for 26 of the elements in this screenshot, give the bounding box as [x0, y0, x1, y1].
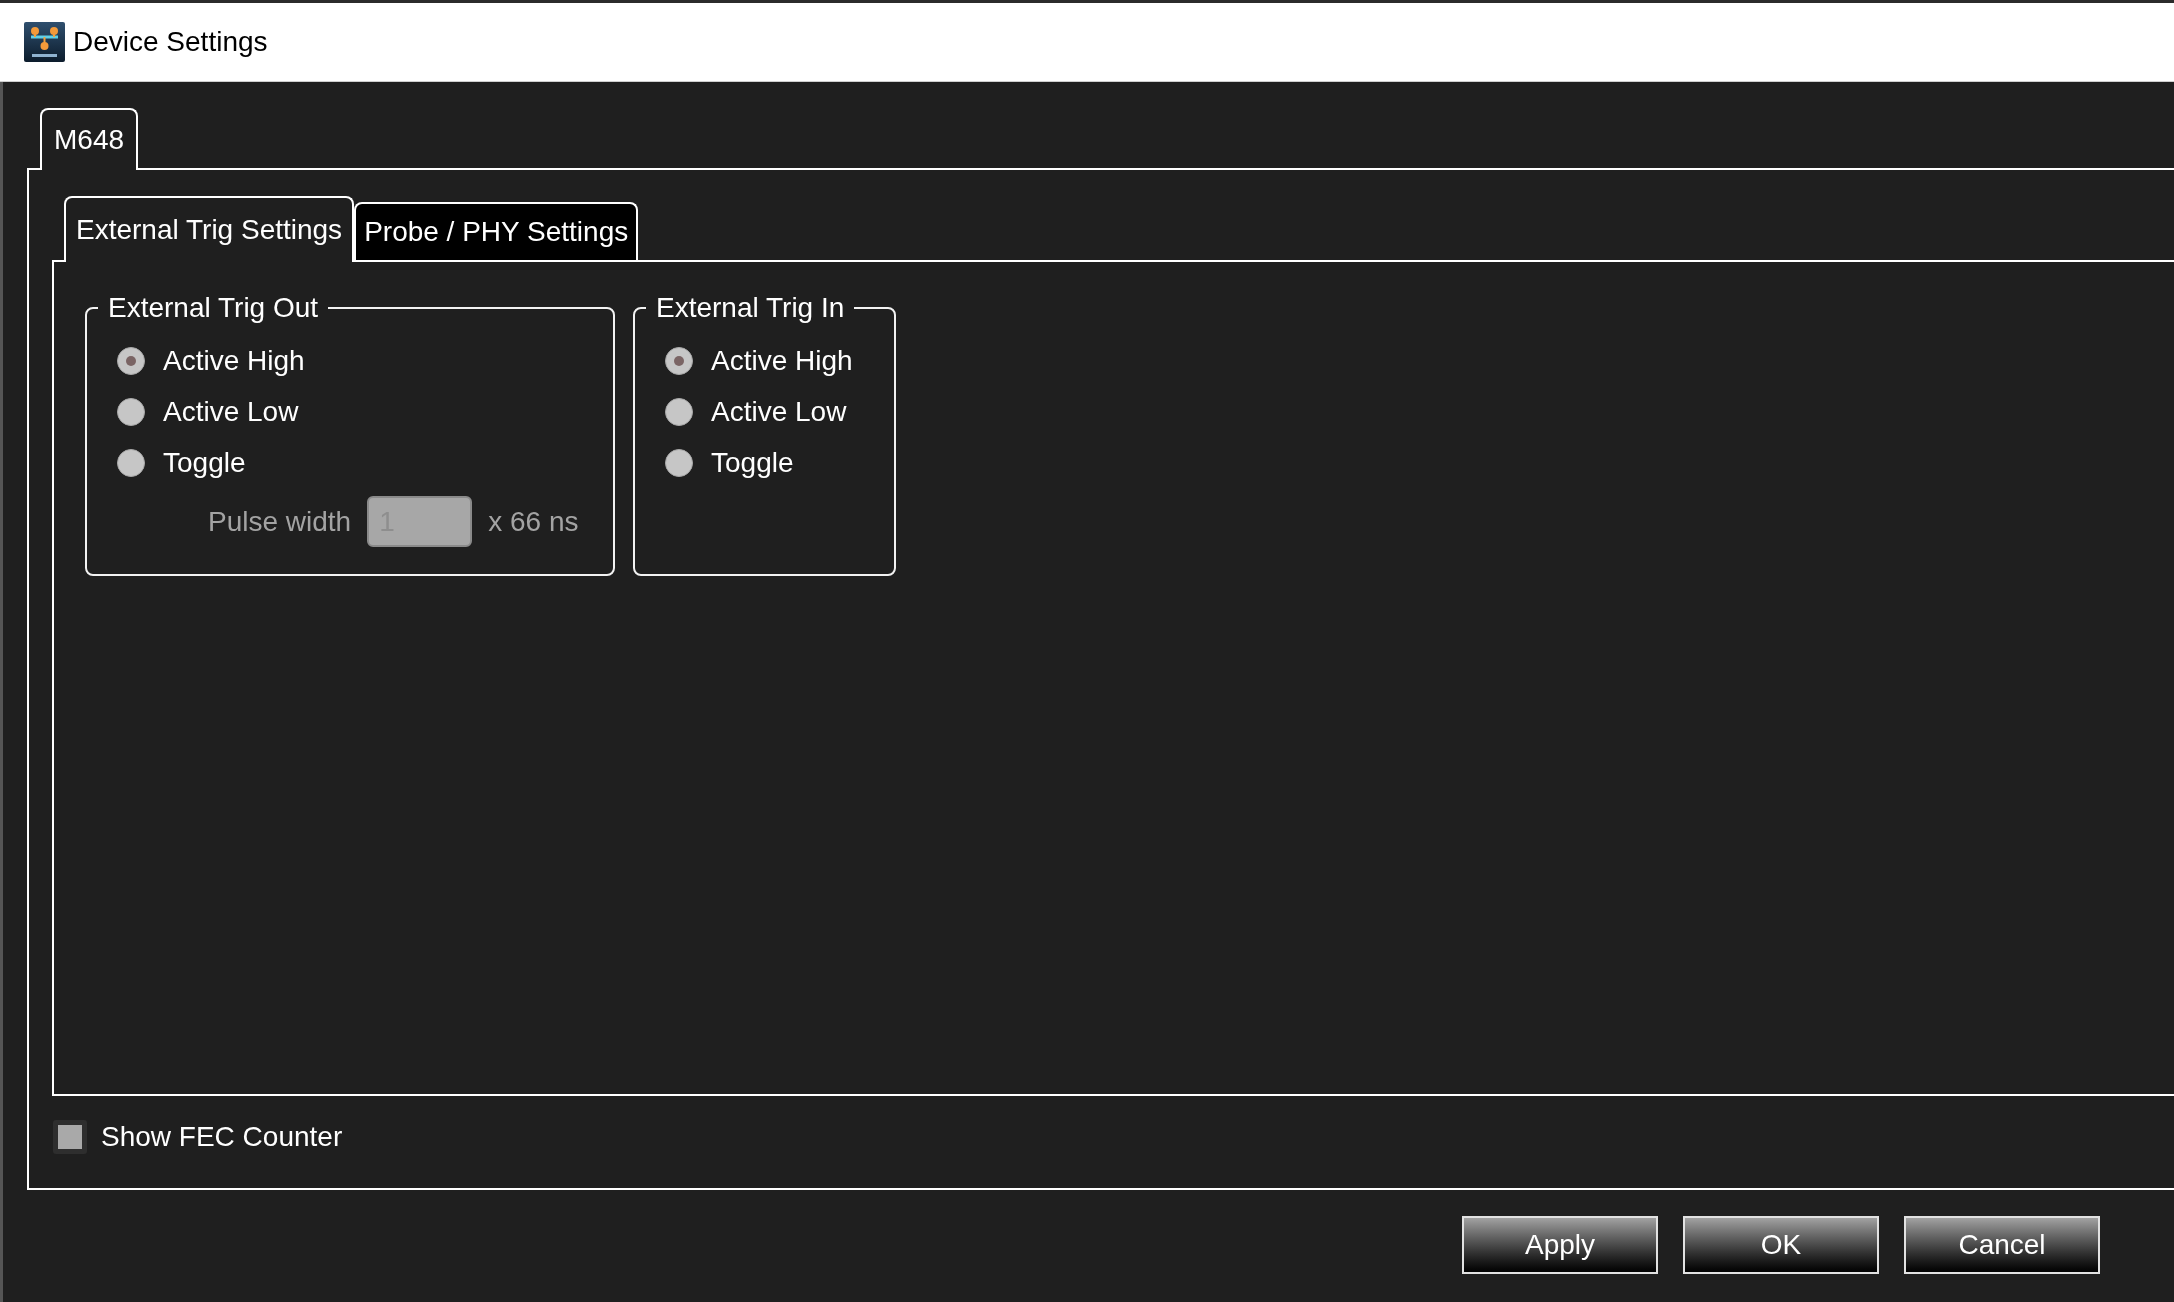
- dialog-button[interactable]: Cancel: [1904, 1216, 2100, 1274]
- radio-label: Active High: [163, 346, 305, 375]
- radio-button[interactable]: [665, 397, 693, 426]
- window-title: Device Settings: [73, 28, 268, 56]
- radio-button[interactable]: [117, 448, 145, 477]
- radio-button[interactable]: [665, 448, 693, 477]
- group-title: External Trig In: [655, 292, 846, 324]
- dialog-button[interactable]: Apply: [1462, 1216, 1658, 1274]
- radio-button[interactable]: [117, 397, 145, 426]
- app-icon: [24, 22, 65, 62]
- radio-button[interactable]: [665, 346, 693, 375]
- dialog-button[interactable]: OK: [1683, 1216, 1879, 1274]
- radio-button[interactable]: [117, 346, 145, 375]
- checkbox[interactable]: [53, 1120, 87, 1154]
- radio-label: Toggle: [711, 448, 794, 477]
- group-title: External Trig Out: [107, 292, 320, 324]
- pulse-width-label: Pulse width: [208, 507, 352, 536]
- settings-tab[interactable]: External Trig Settings: [64, 196, 355, 262]
- radio-label: Active Low: [163, 397, 299, 426]
- radio-label: Toggle: [163, 448, 246, 477]
- radio-label: Active High: [711, 346, 853, 375]
- checkbox-label: Show FEC Counter: [101, 1123, 343, 1151]
- pulse-width-unit: x 66 ns: [488, 507, 579, 536]
- device-tab[interactable]: M648: [40, 108, 139, 170]
- radio-label: Active Low: [711, 397, 847, 426]
- settings-tab[interactable]: Probe / PHY Settings: [354, 202, 639, 260]
